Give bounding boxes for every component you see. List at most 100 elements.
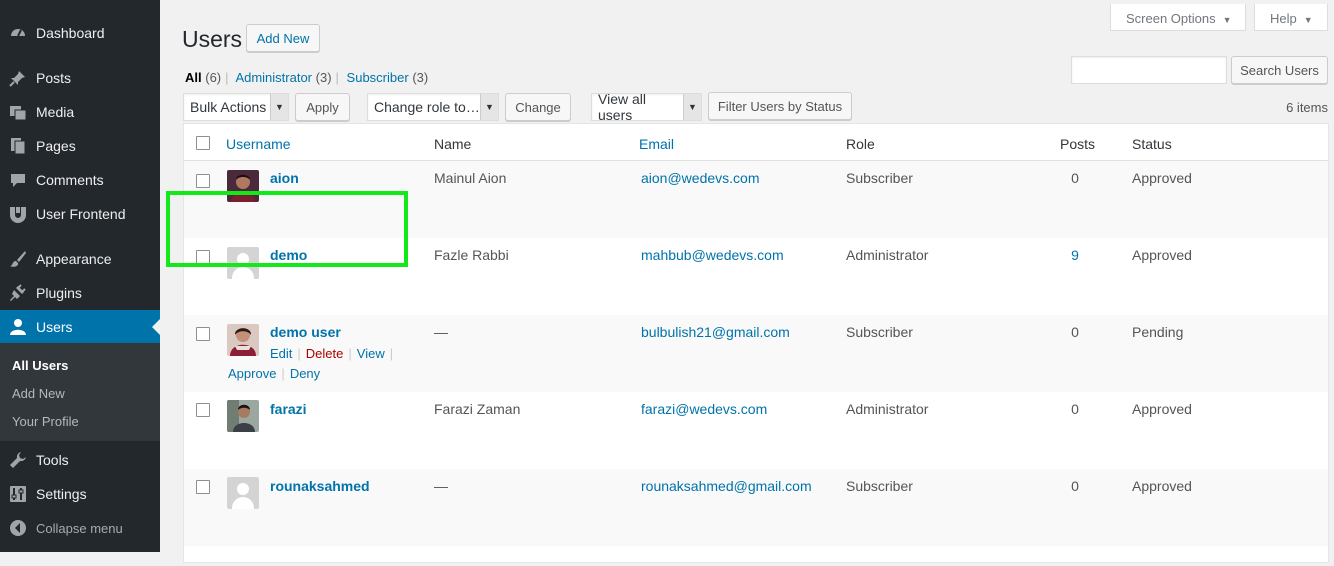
screen-options-button[interactable]: Screen Options ▼ <box>1110 4 1246 31</box>
user-status: Approved <box>1132 478 1192 494</box>
help-button[interactable]: Help ▼ <box>1254 4 1328 31</box>
row-checkbox[interactable] <box>196 480 210 494</box>
menu-user-frontend[interactable]: User Frontend <box>0 197 160 231</box>
menu-comments[interactable]: Comments <box>0 163 160 197</box>
menu-dashboard[interactable]: Dashboard <box>0 16 160 50</box>
menu-media[interactable]: Media <box>0 95 160 129</box>
approve-link[interactable]: Approve <box>228 366 276 381</box>
triangle-down-icon: ▼ <box>1303 15 1313 25</box>
page-title: Users <box>182 26 243 52</box>
paintbrush-icon <box>9 250 27 268</box>
user-role-filter-links: All (6) | Administrator (3) | Subscriber (… <box>185 70 429 85</box>
change-role-button[interactable]: Change <box>505 93 571 121</box>
main-content: Screen Options ▼ Help ▼ Users Add New All … <box>160 0 1334 563</box>
view-subscriber-count: (3) <box>412 70 429 85</box>
admin-sidebar: Dashboard Posts Media Pages Comments Use… <box>0 0 160 552</box>
user-status: Approved <box>1132 401 1192 417</box>
column-status: Status <box>1132 136 1172 152</box>
column-username[interactable]: Username <box>226 136 291 152</box>
view-all-link[interactable]: All <box>185 70 202 85</box>
view-administrator-link[interactable]: Administrator <box>235 70 312 85</box>
menu-plugins[interactable]: Plugins <box>0 276 160 310</box>
username-link[interactable]: demo <box>270 247 307 263</box>
user-name: Farazi Zaman <box>434 401 521 417</box>
user-role: Administrator <box>846 247 929 263</box>
menu-label: Media <box>36 104 75 120</box>
avatar <box>227 400 259 432</box>
screen-options-label: Screen Options <box>1126 11 1216 26</box>
view-link[interactable]: View <box>357 346 385 361</box>
pin-icon <box>9 69 27 87</box>
user-status: Approved <box>1132 170 1192 186</box>
user-posts: 0 <box>1071 170 1079 186</box>
chevron-down-icon: ▼ <box>480 94 498 120</box>
delete-link[interactable]: Delete <box>306 346 344 361</box>
menu-label: Dashboard <box>36 25 105 41</box>
row-checkbox[interactable] <box>196 250 210 264</box>
username-link[interactable]: rounaksahmed <box>270 478 370 494</box>
view-all-users-value: View all users <box>598 91 646 123</box>
collapse-menu-button[interactable]: Collapse menu <box>0 511 160 545</box>
view-subscriber-link[interactable]: Subscriber <box>347 70 409 85</box>
table-row: farazi Farazi Zaman farazi@wedevs.com Ad… <box>184 392 1328 469</box>
user-posts-link[interactable]: 9 <box>1060 247 1090 263</box>
menu-label: Users <box>36 319 73 335</box>
menu-posts[interactable]: Posts <box>0 61 160 95</box>
username-link[interactable]: aion <box>270 170 299 186</box>
submenu-add-new[interactable]: Add New <box>12 386 65 401</box>
triangle-down-icon: ▼ <box>1222 15 1232 25</box>
menu-settings[interactable]: Settings <box>0 477 160 511</box>
row-checkbox[interactable] <box>196 403 210 417</box>
filter-users-by-status-button[interactable]: Filter Users by Status <box>708 92 852 120</box>
view-all-count: (6) <box>205 70 222 85</box>
view-administrator-count: (3) <box>315 70 332 85</box>
apply-button[interactable]: Apply <box>295 93 350 121</box>
menu-label: Comments <box>36 172 104 188</box>
change-role-select[interactable]: Change role to… ▼ <box>367 93 499 121</box>
table-row: demo Fazle Rabbi mahbub@wedevs.com Admin… <box>184 238 1328 315</box>
comment-icon <box>9 171 27 189</box>
select-all-checkbox[interactable] <box>196 136 210 150</box>
view-all-users-select[interactable]: View all users ▼ <box>591 91 702 123</box>
user-name: — <box>434 324 448 340</box>
menu-label: User Frontend <box>36 206 126 222</box>
dashboard-icon <box>9 24 27 42</box>
pages-icon <box>9 137 27 155</box>
user-role: Administrator <box>846 401 929 417</box>
search-users-button[interactable]: Search Users <box>1231 56 1328 84</box>
user-posts: 0 <box>1071 324 1079 340</box>
username-link[interactable]: farazi <box>270 401 307 417</box>
user-email-link[interactable]: aion@wedevs.com <box>641 170 760 186</box>
user-email-link[interactable]: farazi@wedevs.com <box>641 401 767 417</box>
user-email-link[interactable]: bulbulish21@gmail.com <box>641 324 790 340</box>
add-new-button[interactable]: Add New <box>246 24 320 52</box>
menu-pages[interactable]: Pages <box>0 129 160 163</box>
user-email-link[interactable]: mahbub@wedevs.com <box>641 247 784 263</box>
user-name: — <box>434 478 448 494</box>
items-count: 6 items <box>1286 100 1328 115</box>
submenu-your-profile[interactable]: Your Profile <box>12 414 79 429</box>
avatar <box>227 247 259 279</box>
user-posts: 0 <box>1071 401 1079 417</box>
menu-appearance[interactable]: Appearance <box>0 242 160 276</box>
avatar <box>227 170 259 202</box>
bulk-actions-select[interactable]: Bulk Actions ▼ <box>183 93 289 121</box>
submenu-all-users[interactable]: All Users <box>12 358 68 373</box>
edit-link[interactable]: Edit <box>270 346 292 361</box>
user-status: Approved <box>1132 247 1192 263</box>
menu-label: Posts <box>36 70 72 86</box>
help-label: Help <box>1270 11 1297 26</box>
row-checkbox[interactable] <box>196 174 210 188</box>
username-link[interactable]: demo user <box>270 324 341 340</box>
media-icon <box>9 103 27 121</box>
search-users-input[interactable] <box>1071 56 1227 84</box>
deny-link[interactable]: Deny <box>290 366 320 381</box>
users-table: Username Name Email Role Posts Status ai… <box>183 123 1329 563</box>
menu-tools[interactable]: Tools <box>0 443 160 477</box>
column-email[interactable]: Email <box>639 136 674 152</box>
row-actions: Edit | Delete | View | <box>270 346 394 361</box>
user-email-link[interactable]: rounaksahmed@gmail.com <box>641 478 812 494</box>
users-submenu: All Users Add New Your Profile <box>0 343 160 441</box>
menu-users[interactable]: Users <box>0 310 160 344</box>
row-checkbox[interactable] <box>196 327 210 341</box>
